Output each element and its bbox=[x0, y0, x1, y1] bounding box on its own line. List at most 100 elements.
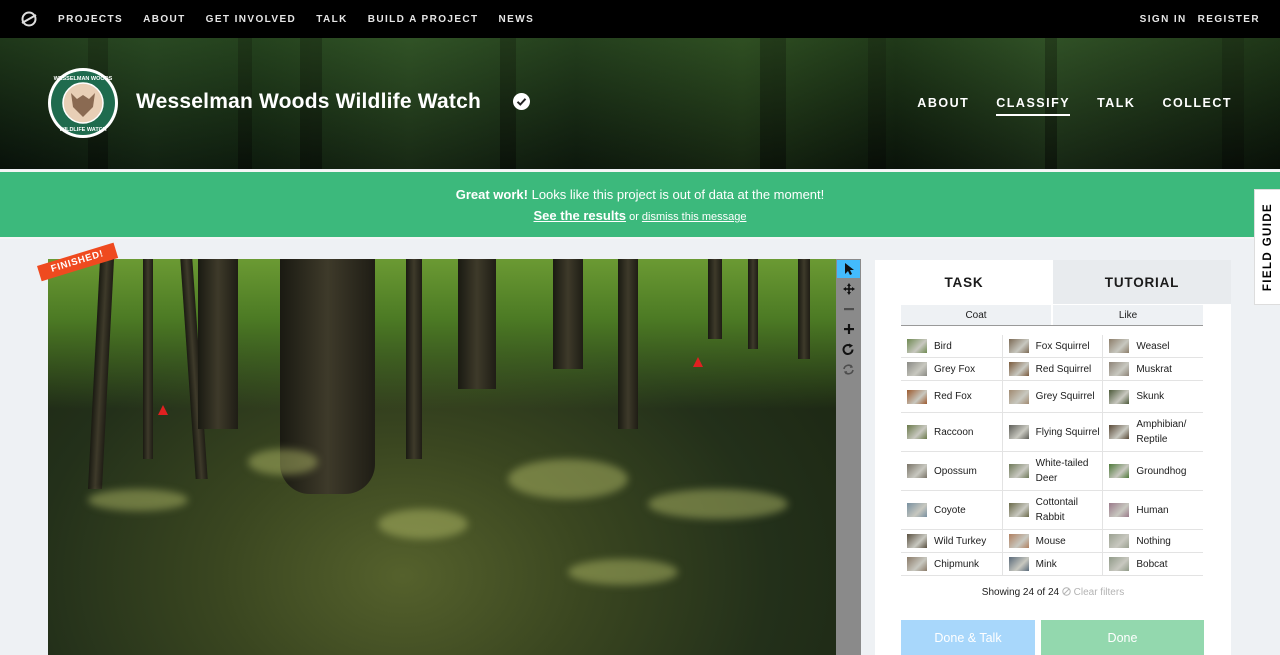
choice-label: Grey Fox bbox=[934, 363, 976, 375]
choice-amphibian-reptile[interactable]: Amphibian/ Reptile bbox=[1102, 413, 1203, 451]
choice-thumbnail bbox=[907, 425, 927, 439]
choice-thumbnail bbox=[1008, 362, 1029, 376]
choice-label: Mink bbox=[1035, 558, 1057, 570]
choice-skunk[interactable]: Skunk bbox=[1102, 381, 1203, 412]
choice-muskrat[interactable]: Muskrat bbox=[1102, 358, 1203, 380]
nav-link-news[interactable]: NEWS bbox=[499, 14, 535, 25]
choice-weasel[interactable]: Weasel bbox=[1102, 335, 1203, 357]
choice-chipmunk[interactable]: Chipmunk bbox=[901, 553, 1002, 575]
choice-bobcat[interactable]: Bobcat bbox=[1102, 553, 1203, 575]
tab-tutorial[interactable]: TUTORIAL bbox=[1053, 260, 1231, 304]
done-button[interactable]: Done bbox=[1041, 620, 1204, 655]
choice-thumbnail bbox=[907, 389, 927, 404]
choice-thumbnail bbox=[1109, 389, 1130, 404]
choice-label: Groundhog bbox=[1136, 465, 1187, 477]
filter-like-button[interactable]: Like bbox=[1053, 305, 1203, 325]
zoom-in-button[interactable] bbox=[837, 320, 860, 338]
choice-mink[interactable]: Mink bbox=[1001, 553, 1103, 575]
choice-opossum[interactable]: Opossum bbox=[901, 452, 1002, 490]
pointer-icon bbox=[844, 263, 854, 275]
choice-thumbnail bbox=[1109, 557, 1130, 571]
account-links: SIGN IN REGISTER bbox=[1140, 0, 1260, 38]
pan-icon bbox=[842, 283, 855, 295]
choice-row: Bird Fox Squirrel Weasel bbox=[901, 335, 1203, 358]
rotate-button[interactable] bbox=[837, 340, 860, 358]
project-nav-collect[interactable]: COLLECT bbox=[1162, 96, 1232, 116]
sign-in-link[interactable]: SIGN IN bbox=[1140, 14, 1187, 25]
choice-thumbnail bbox=[1109, 464, 1130, 478]
choice-thumbnail bbox=[1008, 389, 1029, 404]
tab-task[interactable]: TASK bbox=[875, 260, 1053, 304]
nav-link-about[interactable]: ABOUT bbox=[143, 14, 186, 25]
register-link[interactable]: REGISTER bbox=[1198, 14, 1260, 25]
banner-message: Great work! Looks like this project is o… bbox=[0, 187, 1280, 202]
project-nav-classify[interactable]: CLASSIFY bbox=[996, 96, 1071, 116]
done-and-talk-button[interactable]: Done & Talk bbox=[901, 620, 1035, 655]
choice-wild-turkey[interactable]: Wild Turkey bbox=[901, 530, 1002, 552]
project-nav-about[interactable]: ABOUT bbox=[917, 96, 969, 116]
choice-thumbnail bbox=[1109, 339, 1130, 353]
choice-label: Bobcat bbox=[1136, 558, 1168, 570]
choice-human[interactable]: Human bbox=[1102, 491, 1203, 529]
choice-red-fox[interactable]: Red Fox bbox=[901, 381, 1002, 412]
top-navigation: PROJECTS ABOUT GET INVOLVED TALK BUILD A… bbox=[0, 0, 1280, 38]
project-title[interactable]: Wesselman Woods Wildlife Watch bbox=[136, 90, 481, 114]
choice-coyote[interactable]: Coyote bbox=[901, 491, 1002, 529]
svg-text:WILDLIFE WATCH: WILDLIFE WATCH bbox=[59, 127, 106, 133]
zoom-out-button[interactable] bbox=[837, 300, 860, 318]
clear-filters-label: Clear filters bbox=[1073, 587, 1125, 598]
choice-grid: Bird Fox Squirrel Weasel Grey Fox Red Squirr… bbox=[901, 335, 1203, 576]
banner-or: or bbox=[626, 211, 642, 223]
showing-text: Showing 24 of 24 bbox=[981, 587, 1060, 598]
field-guide-tab[interactable]: FIELD GUIDE bbox=[1254, 189, 1280, 305]
choice-thumbnail bbox=[1008, 464, 1029, 478]
out-of-data-banner: Great work! Looks like this project is o… bbox=[0, 170, 1280, 239]
choice-mouse[interactable]: Mouse bbox=[1001, 530, 1103, 552]
choice-white-tailed-deer[interactable]: White-tailed Deer bbox=[1001, 452, 1103, 490]
choice-label: Weasel bbox=[1136, 340, 1170, 352]
choice-grey-fox[interactable]: Grey Fox bbox=[901, 358, 1002, 380]
nav-link-talk[interactable]: TALK bbox=[316, 14, 348, 25]
choice-raccoon[interactable]: Raccoon bbox=[901, 413, 1002, 451]
choice-cottontail-rabbit[interactable]: Cottontail Rabbit bbox=[1001, 491, 1103, 529]
project-badge-icon[interactable]: WESSELMAN WOODS WILDLIFE WATCH bbox=[47, 67, 119, 139]
clear-filters-button[interactable]: Clear filters bbox=[1062, 587, 1124, 598]
choice-bird[interactable]: Bird bbox=[901, 335, 1002, 357]
choice-row: Coyote Cottontail Rabbit Human bbox=[901, 491, 1203, 530]
choice-label: Amphibian/ Reptile bbox=[1136, 419, 1187, 445]
choice-label: Coyote bbox=[934, 504, 966, 516]
pan-tool-button[interactable] bbox=[837, 280, 860, 298]
verified-check-icon bbox=[513, 93, 530, 110]
nav-link-build-a-project[interactable]: BUILD A PROJECT bbox=[368, 14, 479, 25]
reset-button[interactable] bbox=[837, 360, 860, 378]
showing-count: Showing 24 of 24 Clear filters bbox=[875, 587, 1231, 598]
choice-thumbnail bbox=[907, 557, 927, 571]
choice-row: Grey Fox Red Squirrel Muskrat bbox=[901, 358, 1203, 381]
clear-filters-icon bbox=[1062, 587, 1071, 596]
zooniverse-logo-icon[interactable] bbox=[20, 10, 38, 28]
choice-thumbnail bbox=[1008, 557, 1029, 571]
choice-thumbnail bbox=[907, 339, 927, 353]
choice-nothing[interactable]: Nothing bbox=[1102, 530, 1203, 552]
project-navigation: ABOUT CLASSIFY TALK COLLECT bbox=[917, 96, 1232, 116]
choice-thumbnail bbox=[1109, 362, 1130, 376]
project-nav-talk[interactable]: TALK bbox=[1097, 96, 1135, 116]
choice-groundhog[interactable]: Groundhog bbox=[1102, 452, 1203, 490]
choice-label: Mouse bbox=[1035, 535, 1066, 547]
choice-fox-squirrel[interactable]: Fox Squirrel bbox=[1001, 335, 1103, 357]
banner-bold: Great work! bbox=[455, 187, 528, 202]
pointer-tool-button[interactable] bbox=[837, 260, 860, 278]
dismiss-message-link[interactable]: dismiss this message bbox=[642, 211, 747, 223]
choice-flying-squirrel[interactable]: Flying Squirrel bbox=[1001, 413, 1103, 451]
filter-coat-button[interactable]: Coat bbox=[901, 305, 1051, 325]
subject-image[interactable] bbox=[48, 259, 836, 655]
choice-label: Fox Squirrel bbox=[1035, 340, 1090, 352]
choice-red-squirrel[interactable]: Red Squirrel bbox=[1001, 358, 1103, 380]
choice-grey-squirrel[interactable]: Grey Squirrel bbox=[1001, 381, 1103, 412]
choice-thumbnail bbox=[907, 503, 927, 517]
see-results-link[interactable]: See the results bbox=[534, 208, 627, 223]
nav-link-get-involved[interactable]: GET INVOLVED bbox=[206, 14, 297, 25]
nav-link-projects[interactable]: PROJECTS bbox=[58, 14, 123, 25]
banner-links: See the results or dismiss this message bbox=[0, 208, 1280, 223]
choice-row: Red Fox Grey Squirrel Skunk bbox=[901, 381, 1203, 413]
